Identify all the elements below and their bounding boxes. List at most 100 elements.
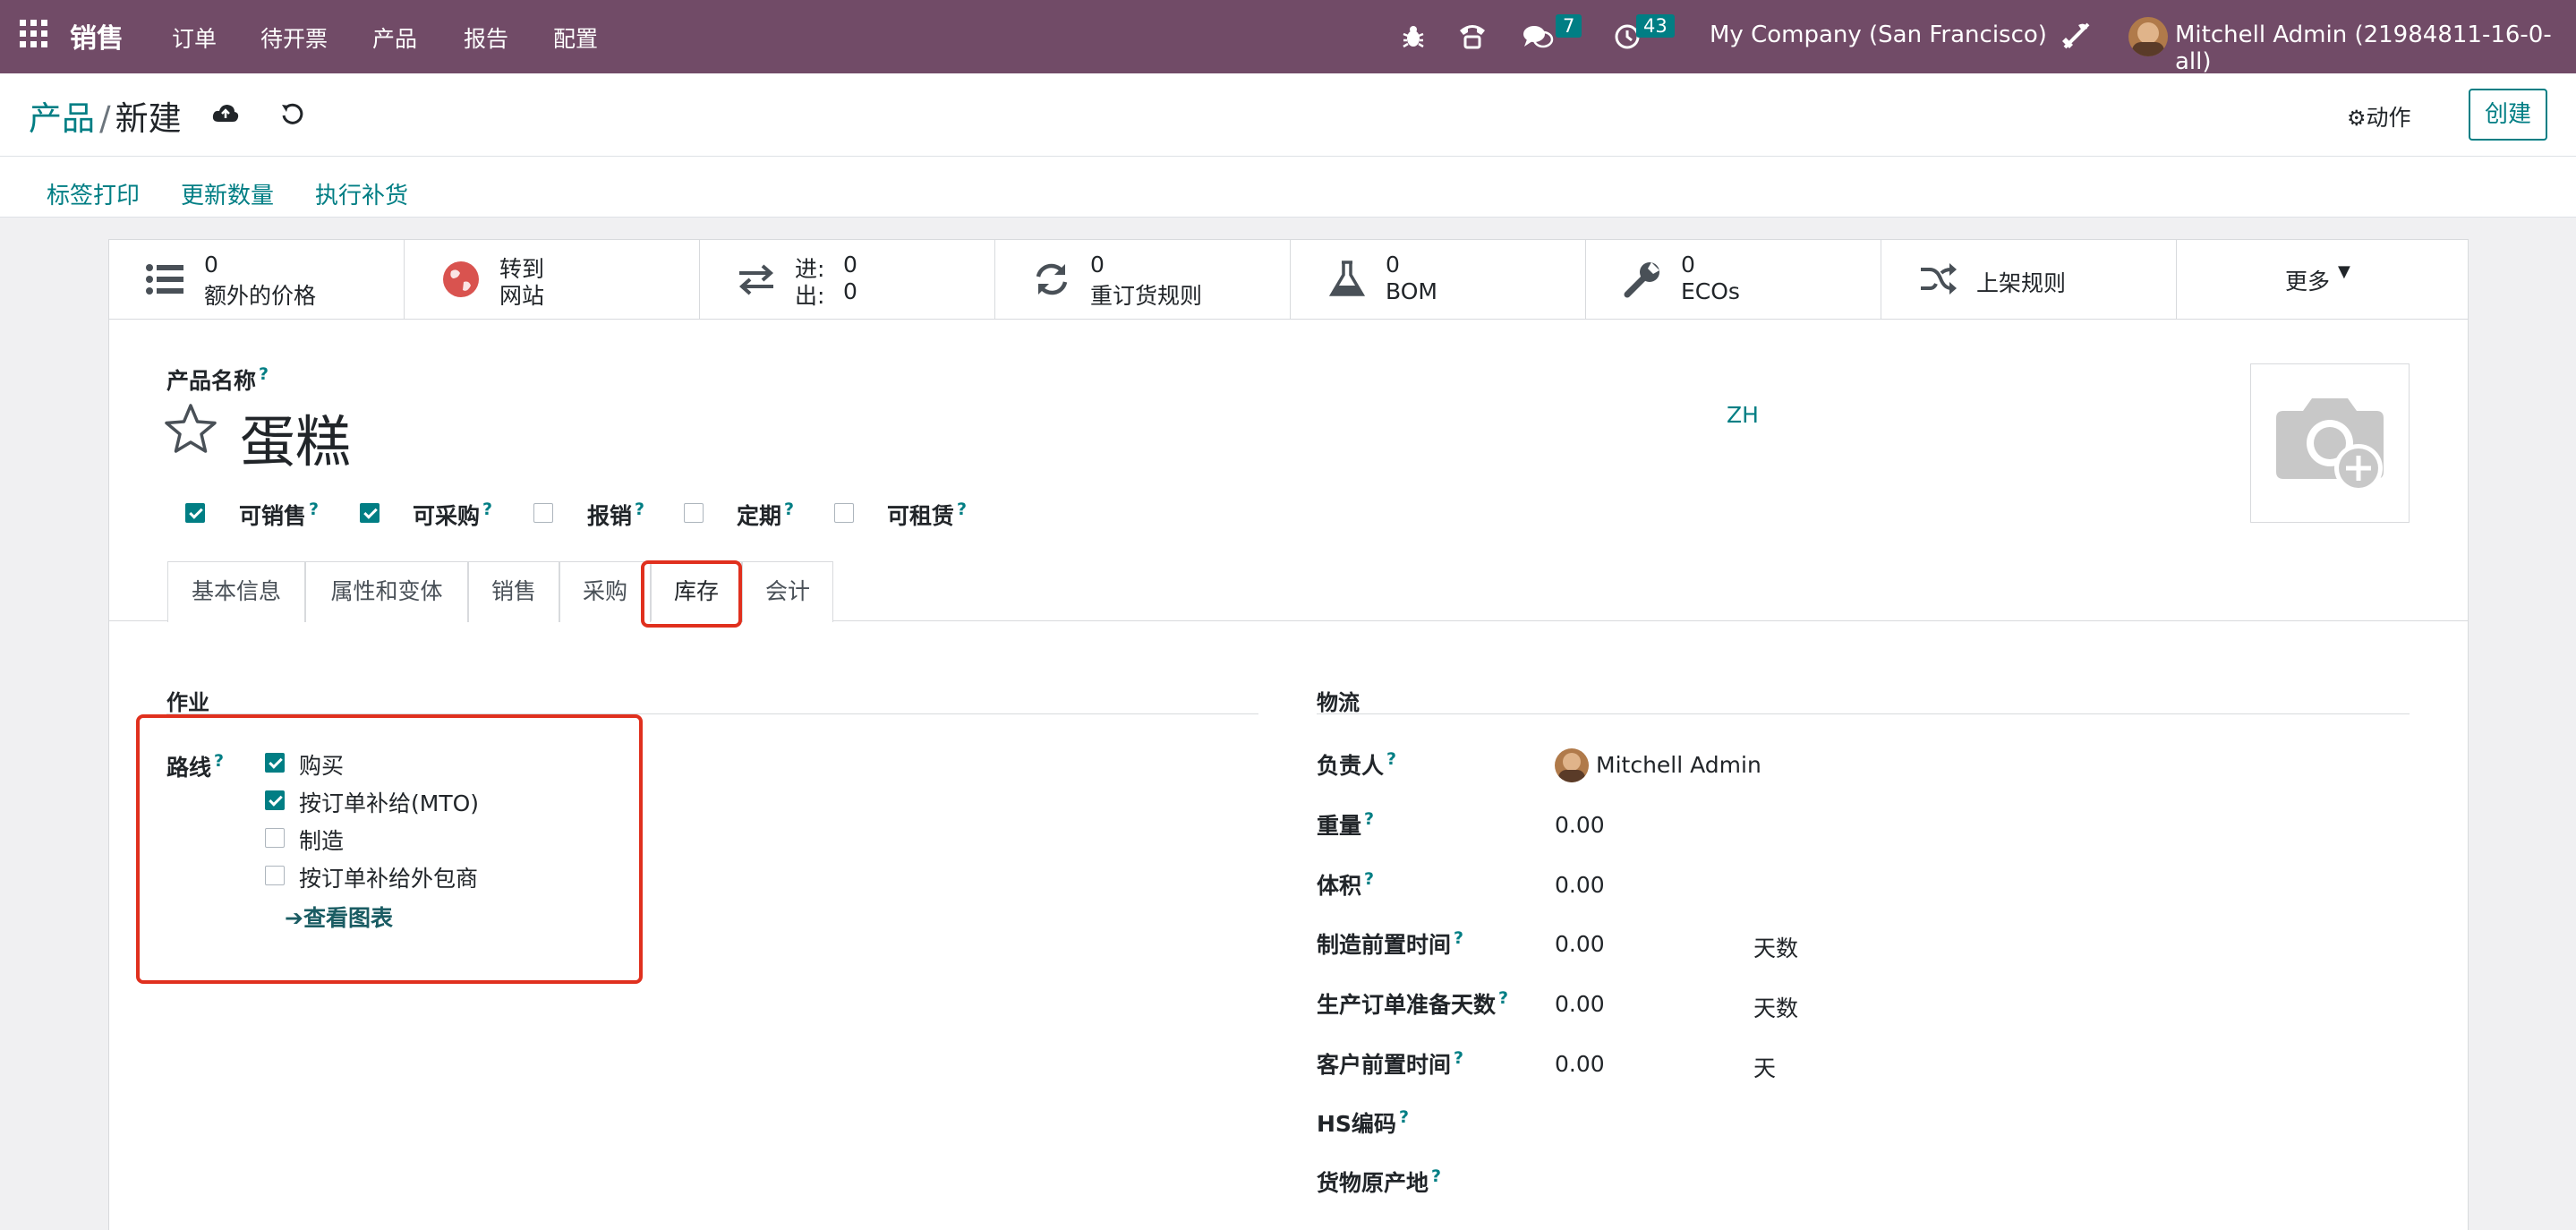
mfg-lead-field[interactable]: 0.00 <box>1555 931 1605 957</box>
create-button[interactable]: 创建 <box>2469 89 2547 141</box>
wrench-icon <box>1624 262 1659 298</box>
phone-icon[interactable] <box>1457 21 1488 50</box>
tab-general-info[interactable]: 基本信息 <box>167 561 305 622</box>
can-be-purchased-checkbox[interactable] <box>360 503 380 523</box>
putaway-rules-button[interactable]: 上架规则 <box>1881 239 2177 319</box>
messages-icon[interactable] <box>1522 23 1554 52</box>
gear-icon: ⚙ <box>2347 106 2367 131</box>
prep-days-field[interactable]: 0.00 <box>1555 991 1605 1017</box>
top-navbar: 销售 订单 待开票 产品 报告 配置 7 43 My Company (San … <box>0 0 2576 75</box>
app-grid-icon[interactable] <box>20 20 48 48</box>
reordering-rules-button[interactable]: 0 重订货规则 <box>995 239 1291 319</box>
replenish-button[interactable]: 执行补货 <box>315 177 408 210</box>
control-panel <box>0 73 2576 157</box>
product-name-label-text: 产品名称 <box>166 368 257 394</box>
help-tooltip-icon[interactable]: ? <box>259 364 269 384</box>
customer-lead-unit: 天 <box>1753 1055 1777 1081</box>
debug-tools-icon[interactable] <box>2060 20 2093 52</box>
origin-country-label: 货物原产地? <box>1317 1166 1442 1196</box>
messages-count-badge: 7 <box>1556 14 1582 38</box>
more-label: 更多 <box>2285 269 2331 295</box>
responsible-field[interactable]: Mitchell Admin <box>1596 752 1761 778</box>
tab-purchase[interactable]: 采购 <box>559 561 651 622</box>
menu-configuration[interactable]: 配置 <box>553 21 598 54</box>
product-name-input[interactable]: 蛋糕 <box>240 397 351 477</box>
discard-undo-icon[interactable] <box>279 101 304 126</box>
breadcrumb-current: 新建 <box>115 99 182 138</box>
mfg-lead-unit: 天数 <box>1753 935 1799 961</box>
random-shuffle-icon <box>1921 263 1957 295</box>
ecos-label: ECOs <box>1681 278 1740 304</box>
logistics-divider <box>1317 713 2410 714</box>
bom-count: 0 <box>1386 252 1400 278</box>
extra-prices-label: 额外的价格 <box>204 283 317 309</box>
ecos-count: 0 <box>1681 252 1695 278</box>
user-menu[interactable]: Mitchell Admin (21984811-16-0-all) <box>2175 21 2576 75</box>
can-be-expensed-label: 报销? <box>587 500 645 529</box>
update-quantity-button[interactable]: 更新数量 <box>181 177 274 210</box>
weight-field[interactable]: 0.00 <box>1555 812 1605 838</box>
origin-country-field[interactable] <box>1555 1162 2020 1194</box>
app-name[interactable]: 销售 <box>70 16 124 56</box>
can-be-sold-label: 可销售? <box>239 500 320 529</box>
hs-code-label: HS编码? <box>1317 1107 1409 1137</box>
more-button[interactable]: 更多 ▼ <box>2177 239 2469 319</box>
mfg-lead-label: 制造前置时间? <box>1317 928 1464 958</box>
menu-products[interactable]: 产品 <box>372 21 417 54</box>
user-avatar[interactable] <box>2128 17 2168 56</box>
tab-attributes-variants[interactable]: 属性和变体 <box>305 561 468 622</box>
inventory-tab-highlight <box>641 560 742 628</box>
tab-sales[interactable]: 销售 <box>468 561 559 622</box>
customer-lead-field[interactable]: 0.00 <box>1555 1051 1605 1077</box>
can-be-expensed-checkbox[interactable] <box>533 503 553 523</box>
can-be-purchased-label: 可采购? <box>413 500 493 529</box>
incoming-value: 0 <box>843 252 857 278</box>
breadcrumb-products[interactable]: 产品 <box>29 99 95 138</box>
in-out-button[interactable]: 进: 0 出: 0 <box>700 239 995 319</box>
caret-down-icon: ▼ <box>2338 262 2350 281</box>
bug-icon[interactable] <box>1401 23 1426 50</box>
language-button[interactable]: ZH <box>1727 402 1759 428</box>
can-be-rented-label: 可租赁? <box>887 500 968 529</box>
product-image-upload[interactable] <box>2250 363 2410 523</box>
website-label-line2: 网站 <box>499 283 545 309</box>
activities-count-badge: 43 <box>1636 14 1675 38</box>
tab-accounting[interactable]: 会计 <box>742 561 833 622</box>
refresh-icon <box>1036 263 1068 295</box>
go-to-website-button[interactable]: 转到 网站 <box>405 239 700 319</box>
putaway-label: 上架规则 <box>1976 270 2067 296</box>
breadcrumb: 产品 / 新建 <box>29 91 182 140</box>
reordering-label: 重订货规则 <box>1090 283 1203 309</box>
favorite-star-icon[interactable] <box>163 402 218 456</box>
can-be-sold-checkbox[interactable] <box>185 503 205 523</box>
bom-label: BOM <box>1386 278 1437 304</box>
camera-add-icon <box>2276 398 2384 492</box>
recurring-checkbox[interactable] <box>684 503 704 523</box>
menu-to-invoice[interactable]: 待开票 <box>260 21 328 54</box>
volume-field[interactable]: 0.00 <box>1555 872 1605 898</box>
ecos-button[interactable]: 0 ECOs <box>1586 239 1881 319</box>
prep-days-unit: 天数 <box>1753 995 1799 1021</box>
breadcrumb-separator: / <box>99 99 111 138</box>
hs-code-field[interactable] <box>1555 1103 2020 1135</box>
extra-prices-button[interactable]: 0 额外的价格 <box>108 239 405 319</box>
extra-prices-count: 0 <box>204 252 218 278</box>
action-menu[interactable]: ⚙动作 <box>2347 100 2411 132</box>
bom-button[interactable]: 0 BOM <box>1291 239 1586 319</box>
recurring-label: 定期? <box>737 500 795 529</box>
outgoing-label: 出: <box>795 283 825 309</box>
print-labels-button[interactable]: 标签打印 <box>47 177 140 210</box>
can-be-rented-checkbox[interactable] <box>834 503 854 523</box>
action-menu-label: 动作 <box>2366 105 2411 131</box>
form-statusbar: 标签打印 更新数量 执行补货 <box>0 157 2576 218</box>
company-switcher[interactable]: My Company (San Francisco) <box>1710 21 2047 48</box>
menu-reporting[interactable]: 报告 <box>464 21 508 54</box>
volume-label: 体积? <box>1317 869 1375 899</box>
menu-orders[interactable]: 订单 <box>172 21 217 54</box>
logistics-title: 物流 <box>1317 690 1360 715</box>
routes-highlight <box>136 714 643 984</box>
save-cloud-icon[interactable] <box>211 102 240 125</box>
prep-days-label: 生产订单准备天数? <box>1317 988 1509 1018</box>
responsible-avatar <box>1555 748 1589 782</box>
outgoing-value: 0 <box>843 278 857 304</box>
